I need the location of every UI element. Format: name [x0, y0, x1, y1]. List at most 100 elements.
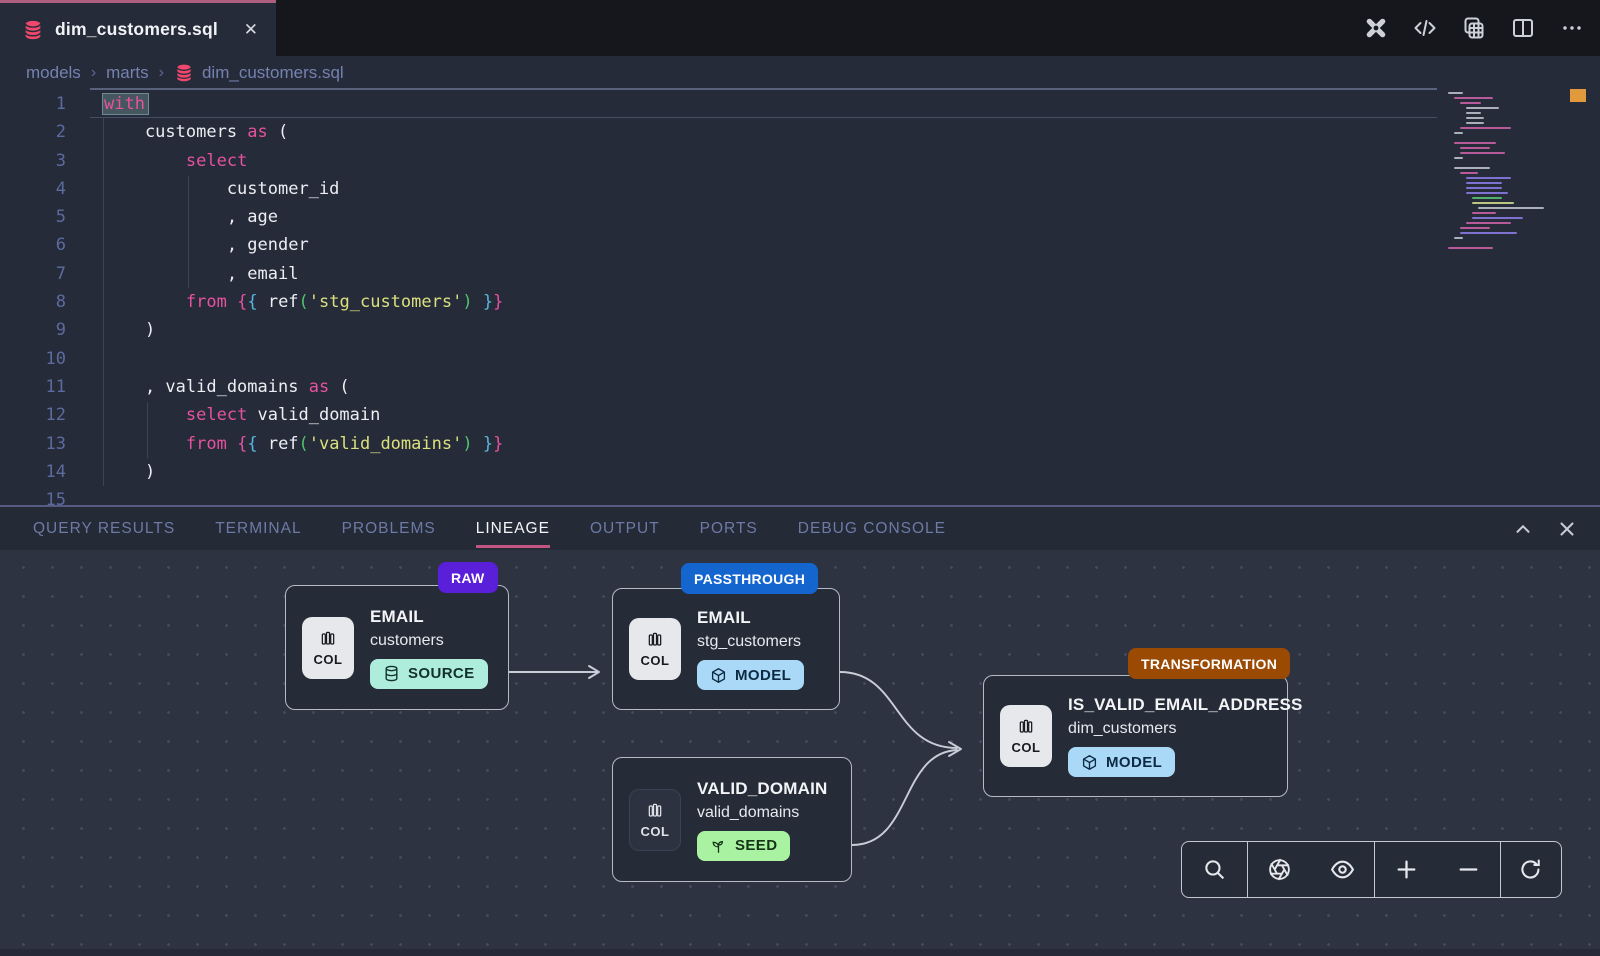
code-line[interactable]: 13 from {{ ref('valid_domains') }}	[0, 430, 1600, 458]
node-title: IS_VALID_EMAIL_ADDRESS	[1068, 695, 1303, 714]
split-icon[interactable]	[1511, 16, 1535, 40]
code-line[interactable]: 5 , age	[0, 203, 1600, 231]
minimap-line	[1466, 177, 1511, 180]
minimap-line	[1448, 247, 1493, 250]
column-chip[interactable]: COL	[1000, 705, 1052, 767]
minimap-line	[1466, 112, 1481, 115]
format-icon[interactable]	[1364, 16, 1388, 40]
chevron-up-icon[interactable]	[1512, 518, 1534, 540]
eye-icon[interactable]	[1330, 857, 1356, 883]
tab-close-icon[interactable]: ✕	[244, 21, 258, 38]
minimap-line	[1460, 232, 1517, 235]
columns-icon	[318, 629, 338, 649]
code-line[interactable]: 11 , valid_domains as (	[0, 373, 1600, 401]
scrollbar-marker	[1570, 89, 1586, 102]
search-icon[interactable]	[1202, 857, 1228, 883]
aperture-icon[interactable]	[1267, 857, 1293, 883]
lineage-node-stg_customers[interactable]: PASSTHROUGH COL EMAIL stg_customers MODEL	[612, 563, 840, 710]
breadcrumb-separator: ›	[158, 64, 164, 81]
line-number: 11	[45, 376, 66, 397]
minimap-line	[1472, 197, 1502, 200]
line-number: 10	[45, 348, 66, 369]
column-chip[interactable]: COL	[629, 618, 681, 680]
ellipsis-icon[interactable]	[1560, 16, 1584, 40]
lineage-toolbar	[1181, 841, 1562, 898]
node-title: EMAIL	[370, 606, 424, 626]
code-line[interactable]: 15	[0, 486, 1600, 505]
breadcrumb-file[interactable]: dim_customers.sql	[174, 63, 344, 83]
node-subtitle: stg_customers	[697, 633, 802, 650]
minimap-line	[1460, 147, 1490, 150]
line-number: 6	[55, 235, 66, 256]
line-number: 15	[45, 490, 66, 505]
column-chip[interactable]: COL	[629, 788, 681, 851]
columns-icon	[645, 801, 665, 821]
line-number: 7	[55, 263, 66, 284]
code-line[interactable]: 3 select	[0, 147, 1600, 175]
edge-stg-to-dim	[839, 671, 958, 749]
refresh-icon[interactable]	[1518, 857, 1544, 883]
line-number: 1	[55, 94, 66, 114]
breadcrumb-segment-models[interactable]: models	[26, 63, 81, 83]
close-icon[interactable]	[1556, 518, 1578, 540]
lineage-canvas[interactable]: RAW COL EMAIL customers SOURCE PASSTHROUGH COL…	[0, 550, 1600, 949]
minimap-line	[1466, 122, 1484, 125]
node-title: EMAIL	[697, 608, 751, 627]
minus-icon[interactable]	[1456, 857, 1482, 883]
panel-tab-ports[interactable]: PORTS	[700, 506, 758, 551]
code-editor[interactable]: 1 with 2 customers as (3 select 4 customer_…	[0, 90, 1600, 505]
code-line[interactable]: 2 customers as (	[0, 118, 1600, 146]
minimap-line	[1466, 222, 1511, 225]
panel-tab-query-results[interactable]: QUERY RESULTS	[33, 506, 175, 551]
code-line[interactable]: 8 from {{ ref('stg_customers') }}	[0, 288, 1600, 316]
code-text: from {{ ref('stg_customers') }}	[185, 292, 504, 313]
seedling-icon	[710, 837, 727, 854]
lineage-node-valid_domains[interactable]: COL VALID_DOMAIN valid_domains SEED	[612, 757, 852, 882]
plus-icon[interactable]	[1393, 857, 1419, 883]
code-line[interactable]: 4 customer_id	[0, 175, 1600, 203]
code-line[interactable]: 10	[0, 345, 1600, 373]
code-line[interactable]: 14 )	[0, 458, 1600, 486]
breadcrumb-file-label: dim_customers.sql	[201, 63, 344, 82]
lineage-node-dim_customers[interactable]: TRANSFORMATION COL IS_VALID_EMAIL_ADDRESS d…	[983, 648, 1302, 797]
code-text: , email	[104, 263, 299, 284]
line-number: 12	[45, 405, 66, 426]
line-number: 2	[55, 122, 66, 143]
resource-pill-model: MODEL	[1068, 747, 1176, 777]
copy-table-icon[interactable]	[1462, 16, 1486, 40]
code-line[interactable]: 7 , email	[0, 260, 1600, 288]
column-chip[interactable]: COL	[302, 616, 354, 679]
minimap[interactable]	[1448, 92, 1544, 262]
panel-tab-problems[interactable]: PROBLEMS	[342, 506, 436, 551]
code-line[interactable]: 1 with	[0, 90, 1600, 118]
editor-action-icons	[1364, 0, 1584, 56]
node-tag-raw: RAW	[438, 562, 498, 593]
panel-tab-terminal[interactable]: TERMINAL	[215, 506, 301, 551]
minimap-line	[1472, 212, 1496, 215]
node-subtitle: valid_domains	[697, 803, 800, 821]
edge-seed-to-dim	[851, 749, 958, 846]
line-number: 13	[45, 433, 66, 454]
code-text: , gender	[104, 235, 309, 256]
line-number: 9	[55, 320, 66, 341]
code-line[interactable]: 12 select valid_domain	[0, 401, 1600, 429]
code-line[interactable]: 6 , gender	[0, 231, 1600, 259]
panel-tab-output[interactable]: OUTPUT	[590, 506, 660, 551]
code-icon[interactable]	[1413, 16, 1437, 40]
minimap-line	[1466, 192, 1508, 195]
resource-pill-source: SOURCE	[370, 658, 488, 689]
minimap-line	[1454, 142, 1496, 145]
window-tab-bar: dim_customers.sql ✕	[0, 0, 1600, 56]
toolbar-section	[1374, 842, 1500, 897]
minimap-line	[1454, 157, 1463, 160]
columns-icon	[1016, 717, 1036, 737]
code-line[interactable]: 9 )	[0, 316, 1600, 344]
code-text: select	[185, 150, 248, 171]
panel-tab-lineage[interactable]: LINEAGE	[475, 506, 551, 551]
panel-tab-debug-console[interactable]: DEBUG CONSOLE	[798, 506, 946, 551]
breadcrumb-segment-marts[interactable]: marts	[106, 63, 149, 83]
database-icon	[22, 19, 44, 41]
lineage-node-customers[interactable]: RAW COL EMAIL customers SOURCE	[285, 562, 509, 710]
tab-dim-customers[interactable]: dim_customers.sql ✕	[0, 0, 276, 56]
code-text: )	[104, 320, 156, 341]
